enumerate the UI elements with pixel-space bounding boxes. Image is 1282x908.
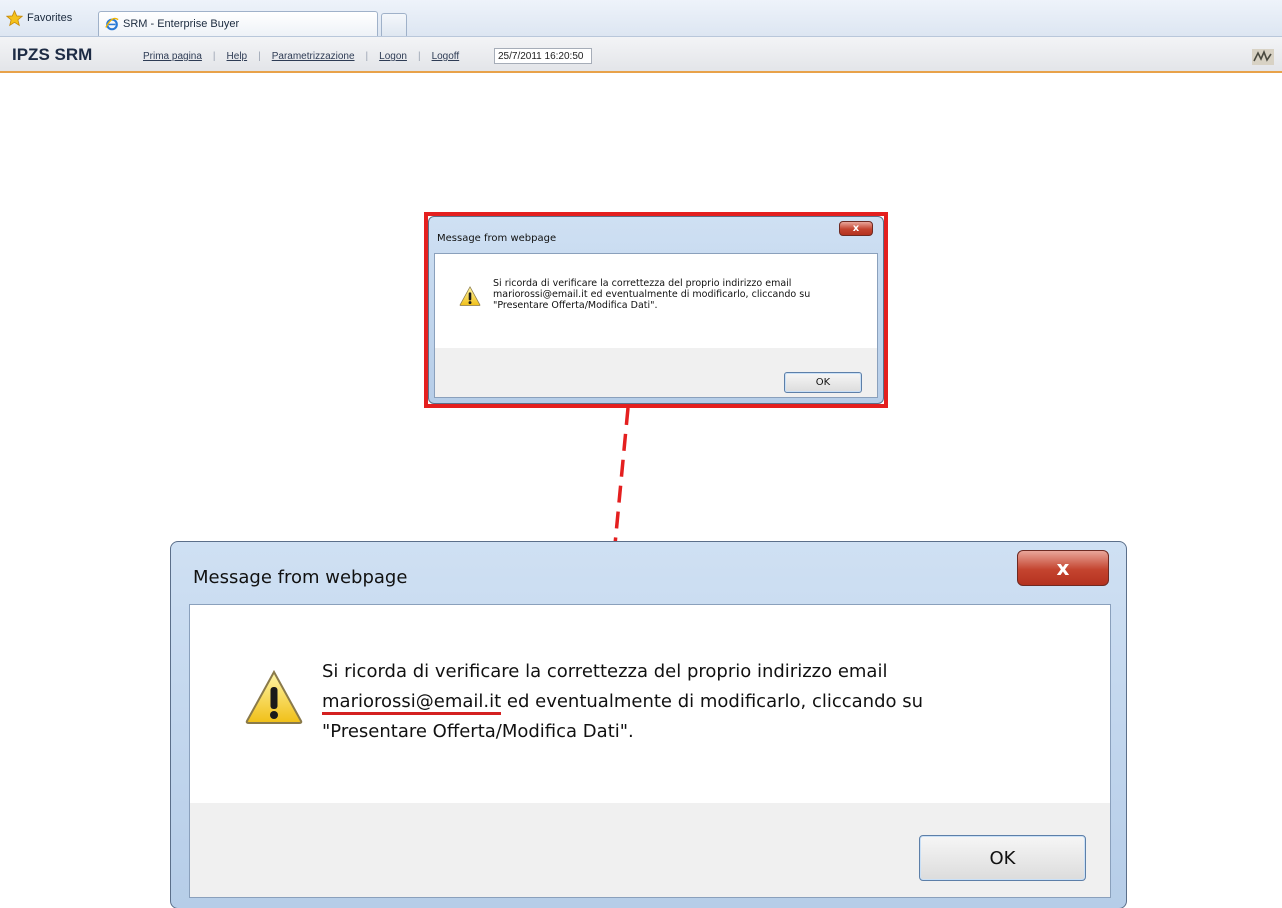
message-email: mariorossi@email.it [493,289,588,300]
ipzs-logo-icon [1252,49,1274,65]
ok-button[interactable]: OK [784,372,862,393]
nav-link-prima-pagina[interactable]: Prima pagina [143,51,202,62]
dialog-title: Message from webpage [437,233,557,244]
close-button[interactable]: x [1017,550,1109,586]
warning-icon [459,286,481,306]
nav-link-help[interactable]: Help [227,51,248,62]
message-line-1: Si ricorda di verificare la correttezza … [493,278,792,289]
dialog-message: Si ricorda di verificare la correttezza … [493,278,863,311]
nav-link-parametrizzazione[interactable]: Parametrizzazione [272,51,355,62]
dialog-body: Si ricorda di verificare la correttezza … [434,253,878,398]
nav-separator: | [365,51,369,62]
ok-button[interactable]: OK [919,835,1086,881]
message-line-3: "Presentare Offerta/Modifica Dati". [322,721,634,742]
message-line-3: "Presentare Offerta/Modifica Dati". [493,300,658,311]
message-line-2: ed eventualmente di modificarlo, cliccan… [501,691,924,712]
nav-separator: | [417,51,421,62]
message-line-1: Si ricorda di verificare la correttezza … [322,661,888,682]
new-tab-button[interactable] [381,13,407,36]
star-icon [6,9,23,26]
favorites-bar: Favorites SRM - Enterprise Buyer [0,0,1282,37]
dialog-title: Message from webpage [193,567,408,588]
nav-separator: | [212,51,216,62]
warning-icon [245,669,303,724]
nav-link-logon[interactable]: Logon [379,51,407,62]
close-icon: x [852,223,860,234]
datetime-field: 25/7/2011 16:20:50 [494,48,592,64]
app-header: IPZS SRM Prima pagina | Help | Parametri… [0,37,1282,73]
brand-title: IPZS SRM [12,45,93,64]
close-button[interactable]: x [839,221,873,236]
favorites-button[interactable]: Favorites [6,8,72,28]
tab-title: SRM - Enterprise Buyer [123,18,240,30]
close-icon: x [1056,556,1070,580]
nav-link-logoff[interactable]: Logoff [432,51,460,62]
dialog-message: Si ricorda di verificare la correttezza … [322,657,1082,747]
message-email: mariorossi@email.it [322,691,502,715]
ie-icon [105,17,119,31]
dialog-body: Si ricorda di verificare la correttezza … [189,604,1111,898]
message-dialog-large: Message from webpage x Si ricorda di ver… [170,541,1127,908]
favorites-label: Favorites [27,12,73,24]
nav-separator: | [258,51,261,62]
message-dialog-small: Message from webpage x Si ricorda di ver… [428,216,884,404]
header-nav: Prima pagina | Help | Parametrizzazione … [143,51,459,62]
browser-tab[interactable]: SRM - Enterprise Buyer [98,11,378,36]
message-line-2: ed eventualmente di modificarlo, cliccan… [587,289,811,300]
